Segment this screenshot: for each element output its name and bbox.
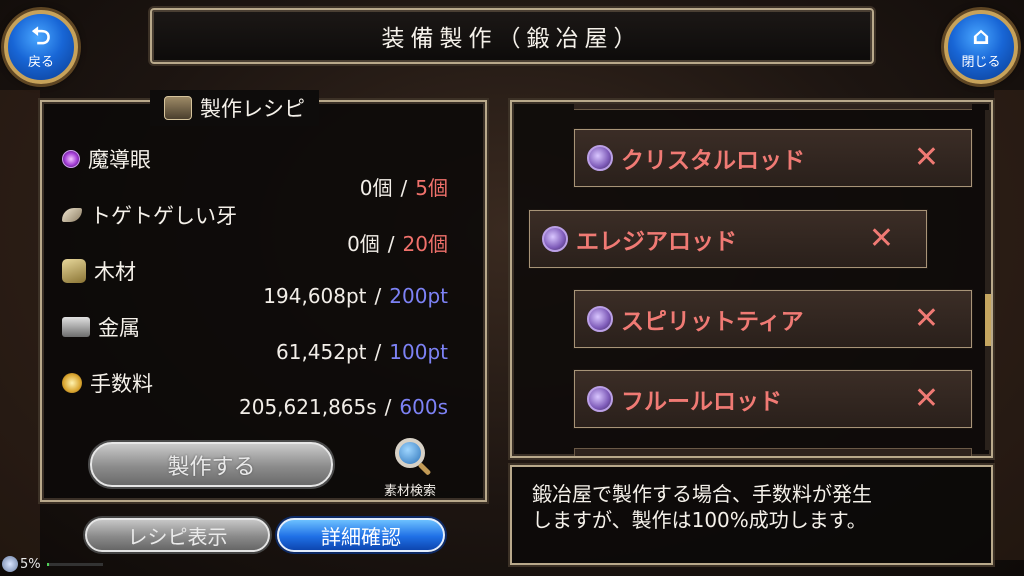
back-button[interactable]: ⮌ 戻る [4,10,78,84]
status-bar: 5% [2,556,103,572]
quantity-separator: / [384,395,392,419]
material-need: 600s [399,395,448,419]
material-name-row: 魔導眼 [62,144,151,174]
recipe-name: クリスタルロッド [621,148,805,174]
return-arrow-icon: ⮌ [31,22,51,50]
quantity-separator: / [374,340,382,364]
quantity-separator: / [387,232,395,256]
recipe-panel-title: 製作レシピ [200,97,305,121]
battery-icon [2,556,18,572]
material-name-row: トゲトゲしい牙 [62,200,237,230]
battery-bar [46,562,103,566]
page-title: 装備製作（鍛冶屋） [381,26,643,52]
recipe-item[interactable]: スピリットティア ✕ [574,290,972,348]
recipe-name: スピリットティア [621,309,804,335]
material-name: 金属 [98,316,140,340]
recipe-name: エレジアロッド [576,229,737,255]
recipe-item-selected[interactable]: エレジアロッド ✕ [529,210,927,268]
battery-bar-fill [46,562,50,566]
material-quantity: 194,608pt / 200pt [263,284,448,308]
material-quantity: 0個 / 20個 [347,228,448,257]
material-have: 205,621,865s [239,395,377,419]
material-quantity: 205,621,865s / 600s [239,395,448,419]
close-button[interactable]: ⌂ 閉じる [944,10,1018,84]
material-quantity: 61,452pt / 100pt [276,340,448,364]
rod-icon [587,145,613,171]
title-bar: 装備製作（鍛冶屋） [150,8,874,64]
recipe-item[interactable]: フルールロッド ✕ [574,370,972,428]
material-search-button[interactable]: 素材検索 [370,438,450,499]
unavailable-mark-icon: ✕ [913,381,939,416]
back-button-label: 戻る [27,55,54,70]
detail-confirm-label: 詳細確認 [321,524,401,549]
rod-icon [587,386,613,412]
recipe-display-button[interactable]: レシピ表示 [85,518,270,552]
make-button-label: 製作する [167,454,256,480]
material-quantity: 0個 / 5個 [360,172,448,201]
material-name: 手数料 [90,372,153,396]
unavailable-mark-icon: ✕ [913,140,939,175]
anvil-icon [164,96,192,120]
purple-eye-icon [62,150,80,168]
fang-icon [62,208,82,222]
list-divider [574,104,972,110]
recipe-display-label: レシピ表示 [127,524,228,549]
material-have: 61,452pt [276,340,367,364]
magnifier-icon [395,438,425,468]
material-need: 5個 [415,176,448,200]
material-need: 200pt [389,284,448,308]
material-need: 20個 [402,232,448,256]
scrollbar-thumb[interactable] [985,294,991,346]
background-shelf-right [994,90,1024,560]
material-have: 0個 [359,176,393,200]
rod-icon [587,306,613,332]
message-line-2: しますが、製作は100%成功します。 [532,508,867,532]
coin-icon [62,373,82,393]
rod-icon [542,226,568,252]
material-have: 194,608pt [263,284,367,308]
material-name: 木材 [94,260,136,284]
metal-ingot-icon [62,317,90,337]
recipe-list-panel[interactable]: クリスタルロッド ✕ エレジアロッド ✕ スピリットティア ✕ フルールロッド … [510,100,993,458]
unavailable-mark-icon: ✕ [868,221,894,256]
quantity-separator: / [400,176,408,200]
recipe-list-scrollbar[interactable] [985,110,991,450]
material-name: 魔導眼 [88,148,151,172]
battery-percent: 5% [20,556,41,572]
message-line-1: 鍛冶屋で製作する場合、手数料が発生 [532,482,872,506]
unavailable-mark-icon: ✕ [913,301,939,336]
make-button[interactable]: 製作する [90,442,333,487]
recipe-item-partial[interactable] [574,448,972,456]
recipe-name: フルールロッド [621,389,782,415]
close-button-label: 閉じる [961,55,1001,70]
material-search-label: 素材検索 [383,484,436,499]
recipe-item[interactable]: クリスタルロッド ✕ [574,129,972,187]
background-shelf-left [0,90,40,560]
home-icon: ⌂ [972,22,990,50]
material-have: 0個 [347,232,380,256]
material-need: 100pt [389,340,448,364]
material-name-row: 木材 [62,256,136,286]
material-name-row: 手数料 [62,368,153,398]
material-name-row: 金属 [62,312,140,342]
material-name: トゲトゲしい牙 [90,204,237,228]
wood-icon [62,259,86,283]
recipe-panel-header: 製作レシピ [150,90,319,126]
message-panel: 鍛冶屋で製作する場合、手数料が発生 しますが、製作は100%成功します。 [510,465,993,565]
detail-confirm-button[interactable]: 詳細確認 [277,518,445,552]
quantity-separator: / [374,284,382,308]
